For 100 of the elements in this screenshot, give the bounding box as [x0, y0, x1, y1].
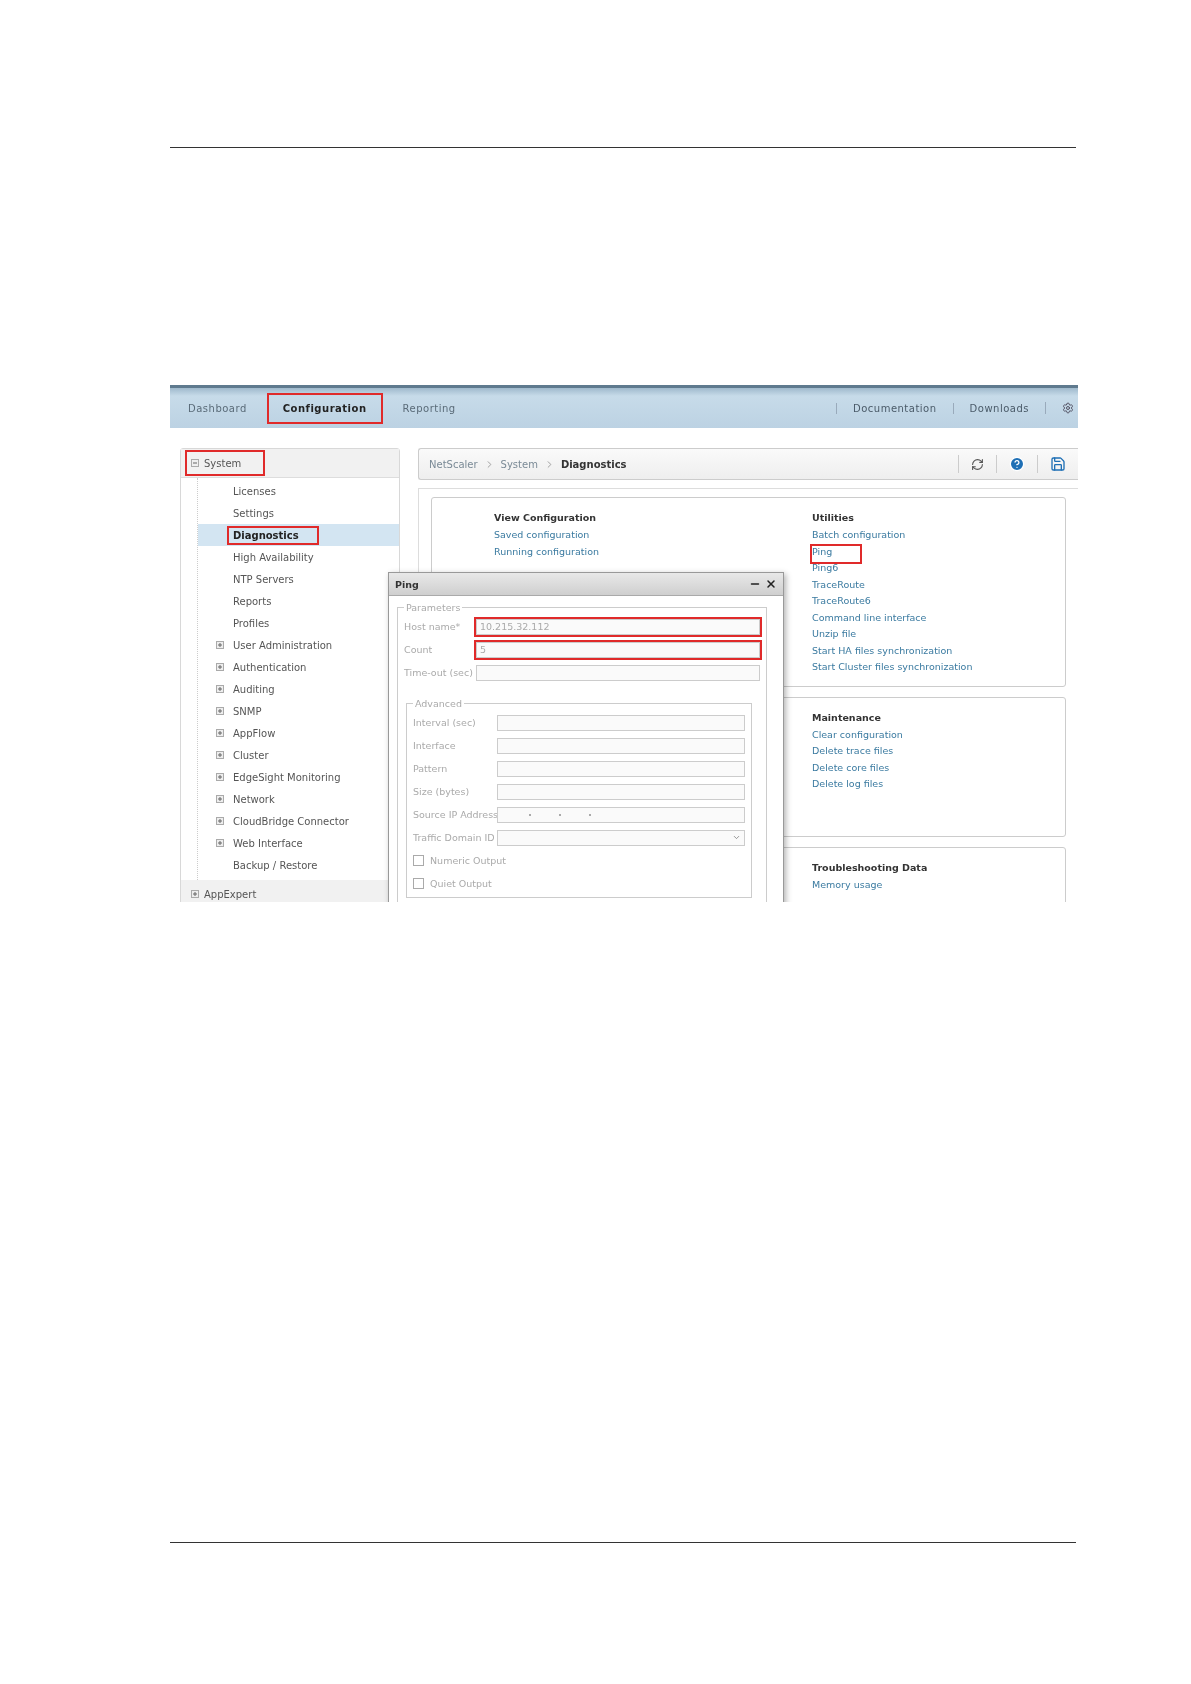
tree-item[interactable]: Licenses [198, 480, 399, 502]
expand-icon[interactable] [191, 890, 199, 898]
expand-icon[interactable] [216, 685, 224, 693]
tree-item[interactable]: Auditing [198, 678, 399, 700]
tree-item[interactable]: EdgeSight Monitoring [198, 766, 399, 788]
dialog-title: Ping [395, 578, 419, 590]
expand-icon[interactable] [216, 707, 224, 715]
tree-item-label: Profiles [232, 616, 271, 631]
refresh-icon[interactable] [971, 457, 984, 471]
checkbox[interactable] [413, 855, 424, 866]
caret-icon [732, 833, 741, 842]
input-field[interactable] [497, 737, 745, 754]
collapse-icon[interactable] [191, 459, 199, 467]
link[interactable]: Running configuration [494, 545, 599, 562]
tree-item[interactable]: SNMP [198, 700, 399, 722]
link[interactable]: Command line interface [812, 611, 927, 628]
expand-icon[interactable] [216, 817, 224, 825]
expand-icon[interactable] [216, 729, 224, 737]
link[interactable]: Start Cluster files synchronization [812, 661, 973, 678]
tree-item[interactable]: Authentication [198, 656, 399, 678]
tree-item-label: Network [232, 792, 276, 807]
tree-item-label: User Administration [232, 638, 334, 653]
tree-item-label: Licenses [232, 484, 277, 499]
save-icon[interactable] [1050, 456, 1066, 472]
tree-item-label: CloudBridge Connector [232, 814, 350, 829]
help-icon[interactable] [1009, 456, 1025, 472]
input-field[interactable] [476, 664, 760, 681]
field-label: Host name* [404, 621, 462, 632]
tree-item[interactable]: Diagnostics [198, 524, 399, 546]
tree-item[interactable]: CloudBridge Connector [198, 810, 399, 832]
fieldset-legend: Advanced [413, 698, 464, 709]
close-icon[interactable] [765, 578, 777, 590]
link[interactable]: Ping6 [812, 562, 839, 579]
field-label: Traffic Domain ID [413, 832, 496, 843]
link[interactable]: Delete trace files [812, 745, 894, 762]
fieldset-legend: Parameters [404, 602, 463, 613]
tree-item-label: Auditing [232, 682, 276, 697]
tree-item-label: Backup / Restore [232, 858, 319, 873]
field-label: Time-out (sec) [404, 667, 474, 678]
checkbox-label: Numeric Output [430, 855, 506, 866]
nav-link[interactable]: Documentation [836, 402, 953, 414]
section-title: View Configuration [494, 512, 597, 525]
expand-icon[interactable] [216, 773, 224, 781]
tree-item[interactable]: Web Interface [198, 832, 399, 854]
settings-icon[interactable] [1062, 402, 1074, 414]
field-label: Size (bytes) [413, 786, 471, 797]
input-field[interactable] [497, 783, 745, 800]
link[interactable]: TraceRoute6 [812, 595, 871, 612]
expand-icon[interactable] [216, 663, 224, 671]
field-label: Count [404, 644, 434, 655]
link[interactable]: Start HA files synchronization [812, 644, 953, 661]
tree-item-label: Settings [232, 506, 275, 521]
tree-item[interactable]: Settings [198, 502, 399, 524]
field-label: Pattern [413, 763, 449, 774]
field-label: Interface [413, 740, 457, 751]
link[interactable]: Batch configuration [812, 529, 906, 546]
tree-item-label: EdgeSight Monitoring [232, 770, 342, 785]
expand-icon[interactable] [216, 641, 224, 649]
input-field[interactable] [497, 806, 745, 823]
section-title: Troubleshooting Data [812, 861, 928, 875]
breadcrumb-item[interactable]: NetScaler [429, 458, 478, 470]
input-field[interactable] [497, 714, 745, 731]
input-field[interactable] [497, 760, 745, 777]
checkbox[interactable] [413, 878, 424, 889]
tree-item[interactable]: AppFlow [198, 722, 399, 744]
tree-item-label: SNMP [232, 704, 263, 719]
nav-tab[interactable]: Reporting [388, 394, 470, 422]
nav-tab[interactable]: Configuration [268, 394, 381, 422]
link[interactable]: Ping [812, 545, 861, 562]
tree-item[interactable]: Cluster [198, 744, 399, 766]
expand-icon[interactable] [216, 839, 224, 847]
breadcrumb-item[interactable]: Diagnostics [560, 458, 627, 470]
field-label: Source IP Address [413, 809, 497, 820]
link[interactable]: Delete core files [812, 761, 890, 778]
tree-item-label: Web Interface [232, 836, 304, 851]
dropdown-field[interactable] [497, 829, 745, 846]
nav-link[interactable]: Downloads [952, 402, 1045, 414]
link[interactable]: Clear configuration [812, 728, 903, 745]
tree-item-label: High Availability [232, 550, 315, 565]
tree-item-label: Diagnostics [229, 527, 317, 543]
tree-item[interactable]: User Administration [198, 634, 399, 656]
tree-item-label: AppFlow [232, 726, 277, 741]
tree-item[interactable]: High Availability [198, 546, 399, 568]
section-title: Utilities [812, 512, 854, 525]
link[interactable]: Memory usage [812, 878, 883, 895]
tree-item-label: Authentication [232, 660, 308, 675]
tree-item[interactable]: Network [198, 788, 399, 810]
link[interactable]: Saved configuration [494, 529, 590, 546]
nav-tab[interactable]: Dashboard [174, 394, 261, 422]
expand-icon[interactable] [216, 751, 224, 759]
field-label: Interval (sec) [413, 717, 477, 728]
section-title: Maintenance [812, 711, 881, 725]
breadcrumb-item[interactable]: System [500, 458, 538, 470]
tree-item-label: Reports [232, 594, 273, 609]
link[interactable]: Delete log files [812, 778, 884, 795]
checkbox-label: Quiet Output [430, 878, 492, 889]
tree-item-label: Cluster [232, 748, 270, 763]
expand-icon[interactable] [216, 795, 224, 803]
link[interactable]: TraceRoute [812, 578, 865, 595]
link[interactable]: Unzip file [812, 628, 857, 645]
